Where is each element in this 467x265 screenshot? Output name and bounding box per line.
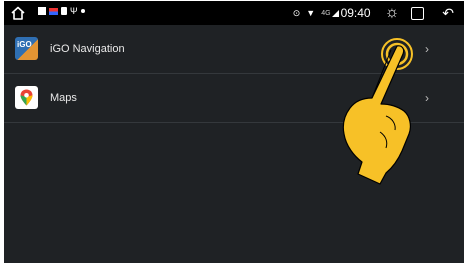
recent-apps-icon[interactable] bbox=[411, 6, 425, 20]
status-right: ⊙ ▼ 4G 09:40 ☼ ↶ bbox=[293, 1, 454, 25]
sd-card-icon bbox=[61, 7, 67, 15]
igo-navigation-icon: iGO bbox=[15, 37, 38, 60]
clock: 09:40 bbox=[340, 6, 371, 20]
flag-notification-icon bbox=[49, 7, 58, 15]
notification-icons: Ψ bbox=[38, 6, 85, 16]
location-icon: ⊙ bbox=[292, 7, 301, 18]
back-icon[interactable]: ↶ bbox=[442, 5, 454, 22]
tap-gesture-hand-icon bbox=[334, 36, 429, 201]
more-notifications-dot-icon bbox=[80, 9, 85, 13]
network-type: 4G bbox=[321, 9, 331, 17]
status-bar: Ψ ⊙ ▼ 4G 09:40 ☼ ↶ bbox=[4, 1, 464, 25]
app-notification-icon bbox=[38, 7, 46, 15]
usb-icon: Ψ bbox=[70, 6, 78, 16]
wifi-icon: ▼ bbox=[306, 8, 316, 18]
igo-icon-text: iGO bbox=[17, 40, 32, 49]
signal-icon bbox=[331, 9, 339, 17]
brightness-icon[interactable]: ☼ bbox=[385, 4, 400, 22]
screen: Ψ ⊙ ▼ 4G 09:40 ☼ ↶ iGO iGO Navigation › bbox=[4, 1, 464, 263]
app-label: iGO Navigation bbox=[50, 43, 125, 55]
app-label: Maps bbox=[50, 92, 77, 104]
home-icon[interactable] bbox=[10, 5, 26, 26]
google-maps-icon bbox=[15, 86, 38, 109]
